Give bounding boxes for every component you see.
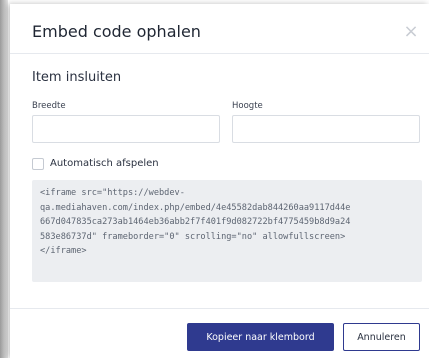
close-icon[interactable]: ×: [403, 23, 419, 41]
dialog-footer: Kopieer naar klembord Annuleren: [10, 308, 429, 358]
embed-code-box[interactable]: <iframe src="https://webdev- qa.mediahav…: [32, 180, 422, 282]
copy-to-clipboard-button[interactable]: Kopieer naar klembord: [187, 323, 334, 351]
embed-code-dialog: Embed code ophalen × Item insluiten Bree…: [10, 4, 429, 358]
width-input[interactable]: [32, 115, 220, 143]
embed-code-line-3: 667d047835ca273ab1464eb36abb2f7f401f9d08…: [40, 217, 351, 228]
embed-code-line-5: </iframe>: [40, 246, 87, 257]
cancel-button[interactable]: Annuleren: [343, 323, 420, 351]
height-label: Hoogte: [232, 101, 263, 111]
autoplay-label: Automatisch afspelen: [50, 158, 159, 169]
embed-code-line-2: qa.mediahaven.com/index.php/embed/4e4558…: [40, 202, 351, 213]
backdrop-shadow: [0, 0, 8, 358]
embed-code-line-1: <iframe src="https://webdev-: [40, 188, 185, 198]
embed-code-line-4: 583e86737d" frameborder="0" scrolling="n…: [40, 231, 346, 242]
embed-code-text: <iframe src="https://webdev- qa.mediahav…: [40, 186, 414, 259]
width-label: Breedte: [32, 101, 66, 111]
autoplay-checkbox[interactable]: [32, 158, 44, 170]
section-title: Item insluiten: [32, 70, 122, 85]
dialog-title: Embed code ophalen: [32, 22, 201, 41]
dialog-header: Embed code ophalen ×: [10, 4, 429, 54]
height-input[interactable]: [232, 115, 420, 143]
